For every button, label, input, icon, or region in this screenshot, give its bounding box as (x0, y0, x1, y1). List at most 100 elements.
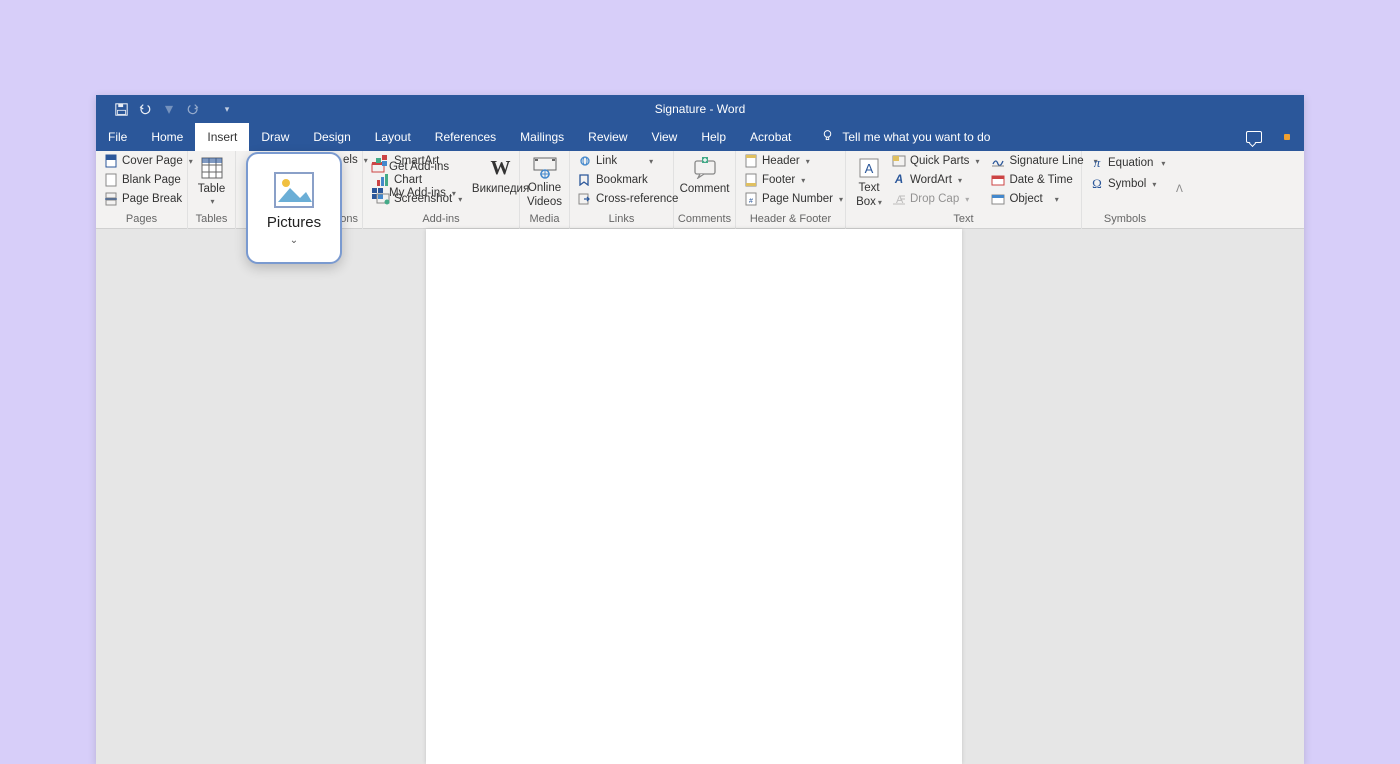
comment-icon (692, 155, 718, 181)
tab-file[interactable]: File (96, 123, 139, 151)
undo-icon[interactable] (138, 102, 152, 116)
smartart-icon (376, 154, 390, 168)
symbol-icon: Ω (1090, 177, 1104, 191)
signature-icon (991, 154, 1005, 168)
online-video-icon (532, 155, 558, 181)
footer-icon (744, 173, 758, 187)
object-icon (991, 192, 1005, 206)
group-label-symbols: Symbols (1082, 213, 1168, 229)
blank-page-button[interactable]: Blank Page (102, 172, 195, 188)
qat-customize-icon[interactable]: ▾ (220, 102, 234, 116)
document-page[interactable] (426, 229, 962, 764)
page-break-icon (104, 192, 118, 206)
bookmark-icon (578, 173, 592, 187)
quick-parts-icon (892, 154, 906, 168)
tab-view[interactable]: View (640, 123, 690, 151)
chevron-down-icon: ⌄ (290, 235, 298, 246)
quick-access-toolbar: ▾ ▾ (96, 102, 234, 116)
svg-text:#: # (749, 198, 753, 205)
wordart-button[interactable]: AWordArt▾ (890, 172, 981, 188)
tab-help[interactable]: Help (689, 123, 738, 151)
screenshot-icon (376, 192, 390, 206)
symbol-button[interactable]: ΩSymbol▾ (1088, 176, 1167, 192)
tab-design[interactable]: Design (301, 123, 362, 151)
group-text: A Text Box▾ Quick Parts▾ AWordArt▾ ADrop… (846, 151, 1082, 229)
drop-cap-button[interactable]: ADrop Cap▾ (890, 191, 981, 207)
header-button[interactable]: Header▾ (742, 153, 845, 169)
drop-cap-icon: A (892, 192, 906, 206)
table-icon (199, 155, 225, 181)
group-label-header-footer: Header & Footer (736, 213, 845, 229)
collapse-ribbon-icon[interactable]: ᐱ (1168, 184, 1191, 195)
quick-parts-button[interactable]: Quick Parts▾ (890, 153, 981, 169)
equation-icon: π (1090, 156, 1104, 170)
page-number-icon: # (744, 192, 758, 206)
tab-mailings[interactable]: Mailings (508, 123, 576, 151)
group-label-addins: Add-ins (363, 213, 519, 229)
tell-me-search[interactable]: Tell me what you want to do (821, 129, 990, 145)
group-label-links: Links (570, 213, 673, 229)
crossref-icon (578, 192, 592, 206)
svg-text:A: A (865, 161, 874, 176)
datetime-icon (991, 173, 1005, 187)
tab-review[interactable]: Review (576, 123, 639, 151)
group-label-pages: Pages (96, 213, 187, 229)
link-button[interactable]: Link▾ (576, 153, 680, 169)
group-label-comments: Comments (674, 213, 735, 229)
pictures-button-callout[interactable]: Pictures ⌄ (246, 152, 342, 264)
page-break-button[interactable]: Page Break (102, 191, 195, 207)
tab-draw[interactable]: Draw (249, 123, 301, 151)
tab-home[interactable]: Home (139, 123, 195, 151)
wikipedia-icon: W (488, 155, 514, 181)
wordart-icon: A (892, 173, 906, 187)
tab-acrobat[interactable]: Acrobat (738, 123, 803, 151)
notification-dot-icon[interactable] (1284, 134, 1290, 140)
text-box-icon: A (856, 155, 882, 181)
tab-insert[interactable]: Insert (195, 123, 249, 151)
document-area (96, 229, 1304, 764)
cover-page-button[interactable]: Cover Page▾ (102, 153, 195, 169)
blank-page-icon (104, 173, 118, 187)
tab-references[interactable]: References (423, 123, 508, 151)
tell-me-label: Tell me what you want to do (842, 130, 990, 144)
cover-page-icon (104, 154, 118, 168)
chart-button[interactable]: Chart (374, 172, 464, 188)
lightbulb-icon (821, 129, 834, 145)
group-symbols: πEquation▾ ΩSymbol▾ Symbols (1082, 151, 1168, 229)
smartart-button[interactable]: SmartArt (374, 153, 464, 169)
group-pages: Cover Page▾ Blank Page Page Break Pages (96, 151, 188, 229)
save-icon[interactable] (114, 102, 128, 116)
document-title: Signature - Word (655, 102, 746, 116)
equation-button[interactable]: πEquation▾ (1088, 155, 1167, 171)
redo-icon[interactable] (186, 102, 200, 116)
group-label-tables: Tables (188, 213, 235, 229)
group-links: Link▾ Bookmark Cross-reference Links (570, 151, 674, 229)
text-box-button[interactable]: A Text Box▾ (852, 153, 886, 210)
group-comments: Comment Comments (674, 151, 736, 229)
link-icon (578, 154, 592, 168)
group-header-footer: Header▾ Footer▾ #Page Number▾ Header & F… (736, 151, 846, 229)
header-icon (744, 154, 758, 168)
group-label-text: Text (846, 213, 1081, 229)
pictures-label: Pictures (267, 214, 321, 231)
chart-icon (376, 173, 390, 187)
cross-reference-button[interactable]: Cross-reference (576, 191, 680, 207)
bookmark-button[interactable]: Bookmark (576, 172, 680, 188)
group-tables: Table▾ Tables (188, 151, 236, 229)
qat-caret-icon[interactable]: ▾ (162, 102, 176, 116)
comment-button[interactable]: Comment (676, 153, 734, 197)
pictures-icon (272, 170, 316, 210)
tab-layout[interactable]: Layout (363, 123, 423, 151)
els-button[interactable]: els▾ (341, 153, 370, 167)
footer-button[interactable]: Footer▾ (742, 172, 845, 188)
table-button[interactable]: Table▾ (194, 153, 230, 208)
ribbon-tabs: File Home Insert Draw Design Layout Refe… (96, 123, 1304, 151)
title-bar: ▾ ▾ Signature - Word (96, 95, 1304, 123)
group-media: Online Videos Media (520, 151, 570, 229)
tabbar-right (1246, 131, 1290, 143)
online-videos-button[interactable]: Online Videos (523, 153, 566, 210)
page-number-button[interactable]: #Page Number▾ (742, 191, 845, 207)
group-label-media: Media (520, 213, 569, 229)
comments-pane-icon[interactable] (1246, 131, 1262, 143)
screenshot-button[interactable]: Screenshot▾ (374, 191, 464, 207)
